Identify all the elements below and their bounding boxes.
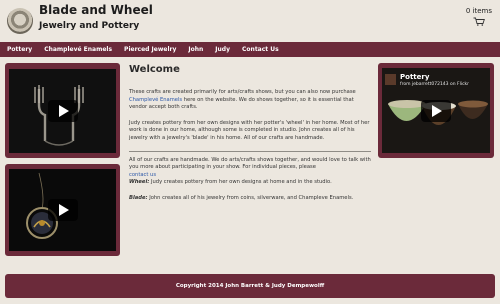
- nav-item-judy[interactable]: Judy: [215, 46, 230, 53]
- cart-icon[interactable]: [473, 17, 485, 26]
- video-panel-forks: [5, 63, 120, 158]
- video-player-pendant[interactable]: [9, 169, 116, 251]
- video-source[interactable]: from jebarrett072143 on Flickr: [400, 82, 469, 87]
- play-button[interactable]: [47, 100, 78, 122]
- nav-item-champleve-enamels[interactable]: Champlevé Enamels: [44, 46, 112, 53]
- wheel-paragraph: Wheel: Judy creates pottery from her own…: [129, 179, 371, 187]
- play-button[interactable]: [421, 99, 451, 122]
- blade-text: John creates all of his jewelry from coi…: [147, 194, 354, 201]
- site-subtitle: Jewelry and Pottery: [39, 21, 140, 31]
- champleve-enamels-link[interactable]: Champlevé Enamels: [129, 97, 182, 103]
- nav-item-contact-us[interactable]: Contact Us: [242, 46, 279, 53]
- wheel-label: Wheel:: [129, 179, 150, 186]
- video-avatar: [385, 74, 396, 85]
- intro-text-start: These crafts are created primarily for a…: [129, 89, 356, 95]
- site-title[interactable]: Blade and Wheel: [39, 3, 153, 17]
- video-player-forks[interactable]: [9, 69, 116, 153]
- blade-label: Blade:: [129, 194, 148, 201]
- site-logo[interactable]: [7, 8, 33, 34]
- blade-paragraph: Blade: John creates all of his jewelry f…: [129, 195, 371, 203]
- main-nav: Pottery Champlevé Enamels Pierced Jewelr…: [0, 42, 500, 57]
- nav-item-john[interactable]: John: [188, 46, 203, 53]
- content-divider: [129, 150, 371, 152]
- shows-paragraph: All of our crafts are handmade. We do ar…: [129, 157, 371, 180]
- nav-item-pierced-jewelry[interactable]: Pierced Jewelry: [124, 46, 176, 53]
- page-title: Welcome: [129, 64, 180, 75]
- intro-paragraph: These crafts are created primarily for a…: [129, 89, 371, 112]
- video-panel-pottery: Pottery from jebarrett072143 on Flickr: [378, 63, 494, 158]
- video-panel-pendant: [5, 164, 120, 256]
- video-title[interactable]: Pottery: [400, 73, 429, 81]
- cart-count[interactable]: 0 items: [466, 7, 492, 15]
- video-player-pottery[interactable]: Pottery from jebarrett072143 on Flickr: [382, 68, 490, 153]
- main-content: Welcome These crafts are created primari…: [129, 64, 371, 211]
- site-header: Blade and Wheel Jewelry and Pottery 0 it…: [0, 0, 500, 42]
- play-button[interactable]: [47, 199, 78, 221]
- about-paragraph: Judy creates pottery from her own design…: [129, 119, 370, 141]
- contact-us-link[interactable]: contact us: [129, 172, 156, 178]
- site-footer: Copyright 2014 John Barrett & Judy Dempe…: [5, 274, 495, 298]
- shows-text: All of our crafts are handmade. We do ar…: [129, 156, 371, 171]
- wheel-text: Judy creates pottery from her own design…: [149, 179, 332, 186]
- nav-item-pottery[interactable]: Pottery: [7, 46, 32, 53]
